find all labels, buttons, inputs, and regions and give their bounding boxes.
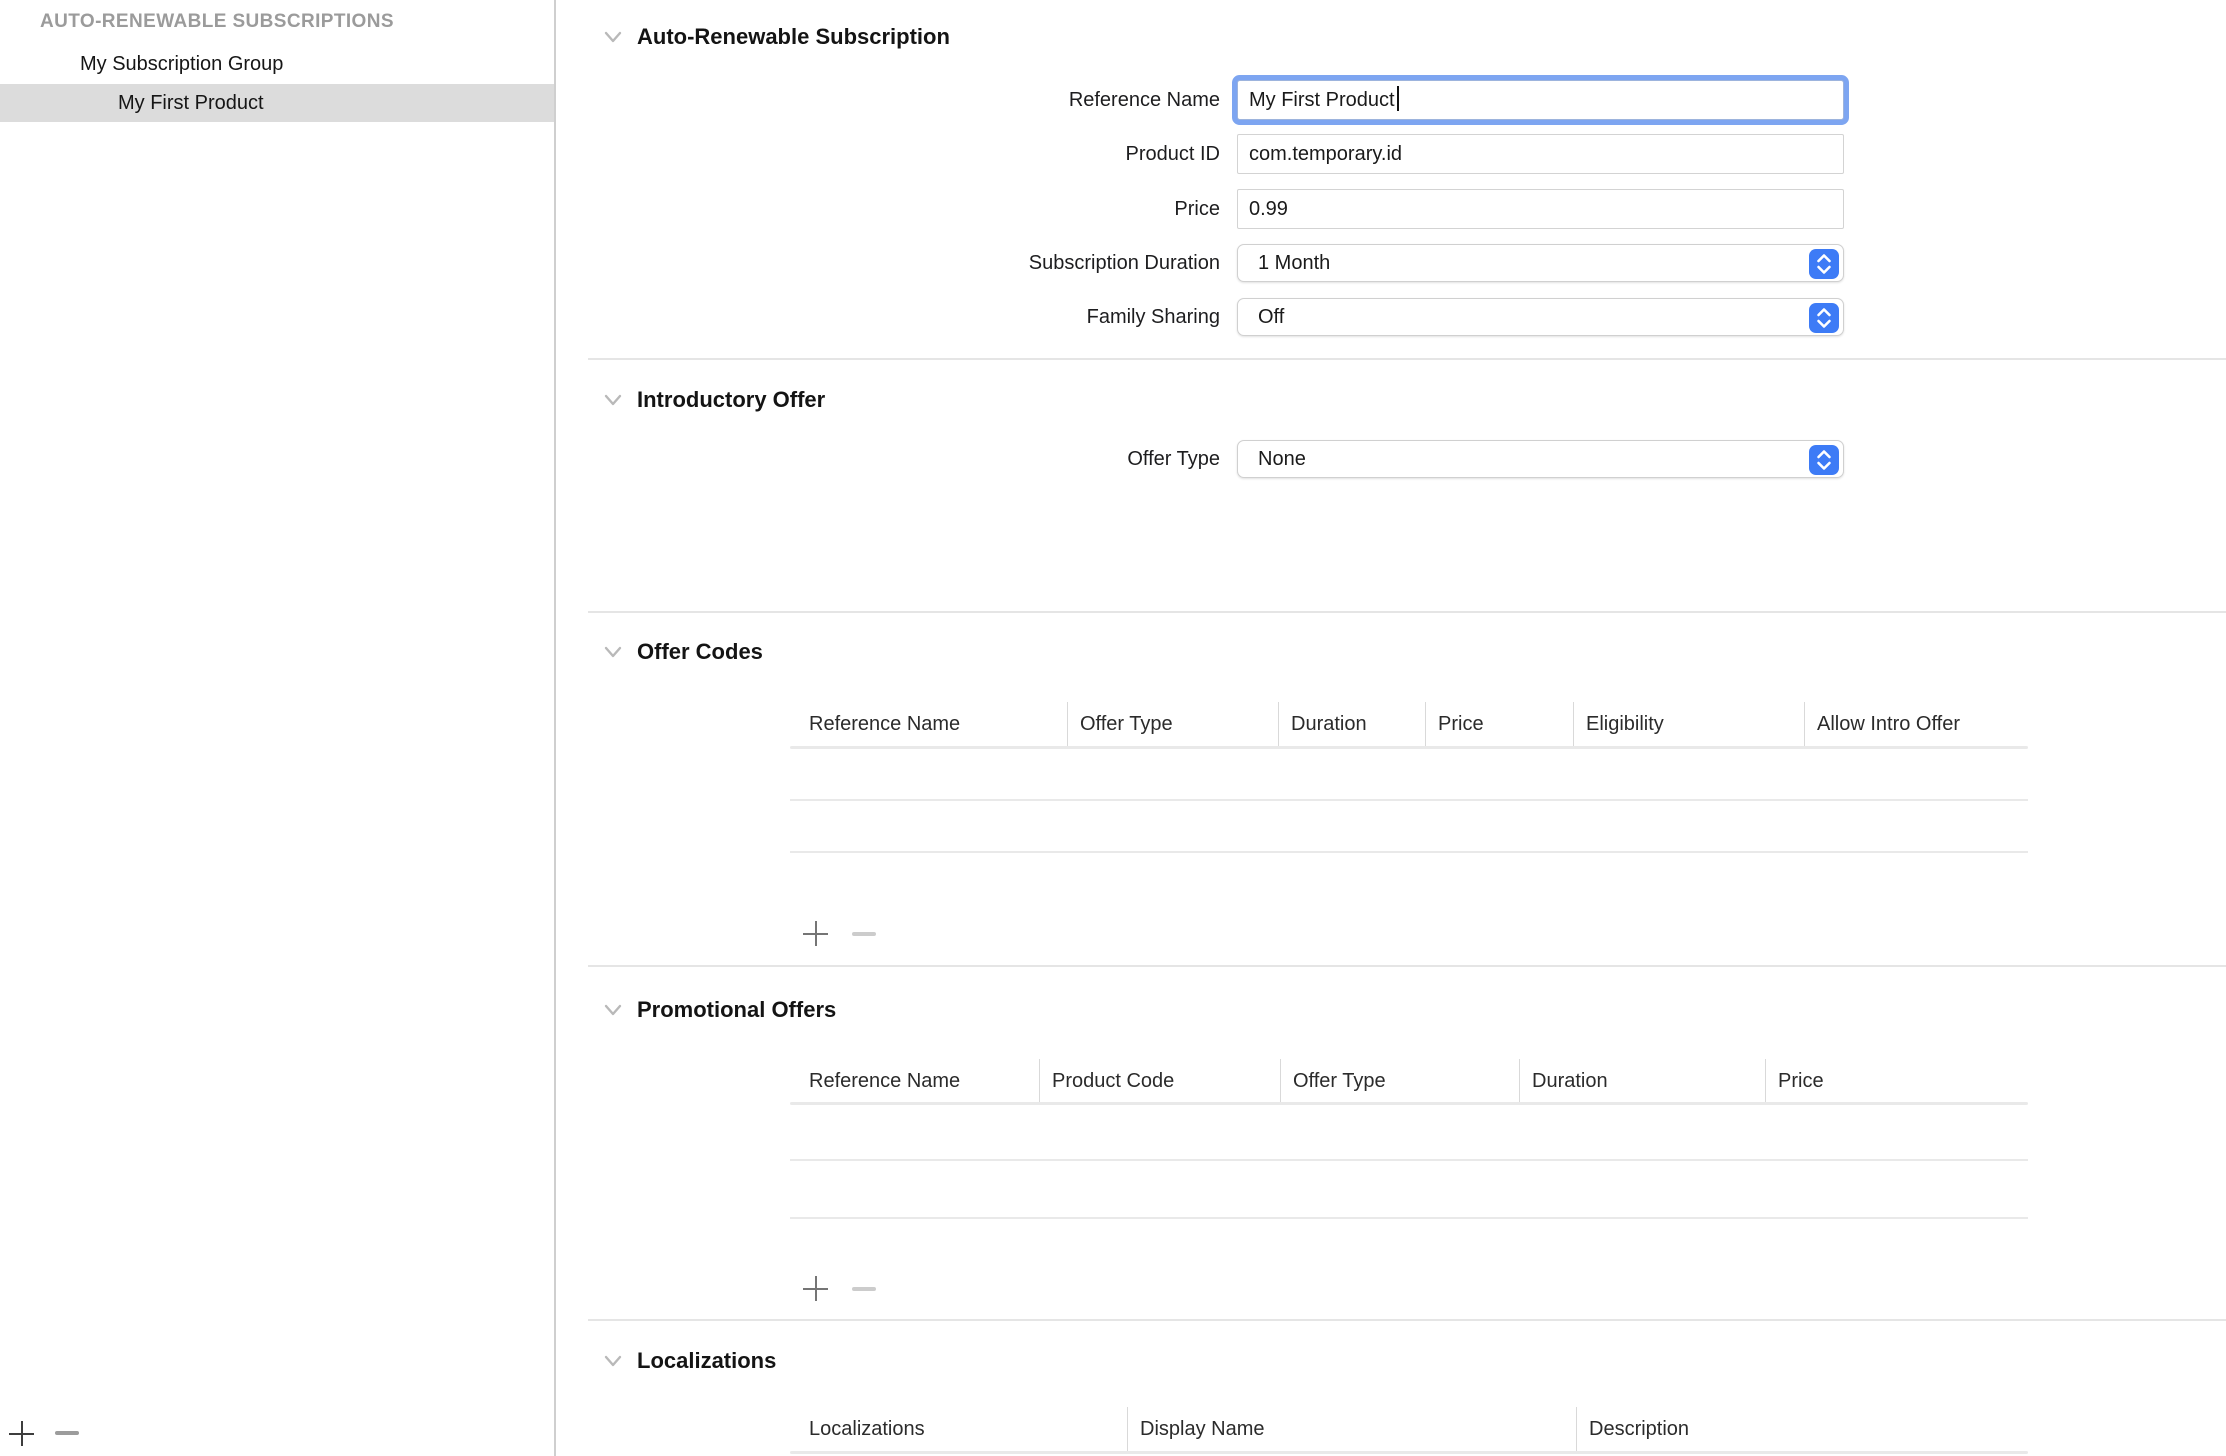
family-sharing-value: Off [1258, 306, 1284, 328]
table-header-underline [790, 1102, 2028, 1105]
column-header[interactable]: Price [1425, 702, 1573, 746]
chevron-down-icon[interactable] [603, 1354, 623, 1368]
column-header[interactable]: Description [1576, 1407, 2028, 1451]
reference-name-label: Reference Name [637, 80, 1220, 120]
section-title: Auto-Renewable Subscription [637, 24, 950, 50]
section-title: Localizations [637, 1348, 776, 1374]
add-offer-code-button[interactable] [803, 921, 828, 946]
table-row-line [790, 799, 2028, 801]
column-header[interactable]: Price [1765, 1059, 2028, 1103]
text-caret [1397, 86, 1399, 111]
column-header[interactable]: Localizations [790, 1407, 1127, 1451]
offer-type-label: Offer Type [637, 440, 1220, 478]
column-header[interactable]: Product Code [1039, 1059, 1280, 1103]
subscription-duration-popup[interactable]: 1 Month [1237, 244, 1844, 282]
offer-type-popup[interactable]: None [1237, 440, 1844, 478]
column-header[interactable]: Offer Type [1067, 702, 1278, 746]
chevron-down-icon[interactable] [603, 393, 623, 407]
sidebar-item-my-first-product[interactable]: My First Product [0, 84, 554, 122]
section-header-subscription: Auto-Renewable Subscription [603, 22, 950, 52]
family-sharing-label: Family Sharing [637, 298, 1220, 336]
column-header[interactable]: Allow Intro Offer [1804, 702, 2028, 746]
table-row-line [790, 1217, 2028, 1219]
remove-offer-code-button[interactable] [852, 932, 876, 936]
price-input[interactable] [1237, 189, 1844, 229]
popup-stepper-icon [1809, 445, 1839, 475]
table-row-line [790, 851, 2028, 853]
popup-stepper-icon [1809, 303, 1839, 333]
add-promotional-offer-button[interactable] [803, 1276, 828, 1301]
table-row-line [790, 1159, 2028, 1161]
remove-promotional-offer-button[interactable] [852, 1287, 876, 1291]
add-item-plus-icon[interactable] [9, 1421, 34, 1446]
sidebar-item-subscription-group[interactable]: My Subscription Group [0, 48, 554, 80]
promotional-offers-table-header: Reference Name Product Code Offer Type D… [790, 1059, 2028, 1103]
popup-stepper-icon [1809, 249, 1839, 279]
product-id-input[interactable] [1237, 134, 1844, 174]
reference-name-input[interactable]: My First Product [1237, 80, 1844, 120]
remove-item-minus-icon[interactable] [55, 1431, 79, 1435]
offer-type-value: None [1258, 448, 1306, 470]
column-header[interactable]: Reference Name [790, 702, 1067, 746]
offer-codes-table-header: Reference Name Offer Type Duration Price… [790, 702, 2028, 746]
editor-content: Auto-Renewable Subscription Reference Na… [557, 0, 2226, 1456]
section-divider [588, 1319, 2226, 1321]
product-id-label: Product ID [637, 134, 1220, 174]
column-header[interactable]: Offer Type [1280, 1059, 1519, 1103]
chevron-down-icon[interactable] [603, 645, 623, 659]
sidebar-section-header: AUTO-RENEWABLE SUBSCRIPTIONS [40, 11, 394, 33]
section-header-promotional-offers: Promotional Offers [603, 995, 836, 1025]
section-title: Promotional Offers [637, 997, 836, 1023]
localizations-table-header: Localizations Display Name Description [790, 1407, 2028, 1451]
family-sharing-popup[interactable]: Off [1237, 298, 1844, 336]
column-header[interactable]: Eligibility [1573, 702, 1804, 746]
column-header[interactable]: Duration [1519, 1059, 1765, 1103]
table-header-underline [790, 746, 2028, 749]
storekit-config-editor: AUTO-RENEWABLE SUBSCRIPTIONS My Subscrip… [0, 0, 2226, 1456]
subscription-duration-value: 1 Month [1258, 252, 1330, 274]
section-header-offer-codes: Offer Codes [603, 637, 763, 667]
section-divider [588, 611, 2226, 613]
sidebar-footer [0, 1414, 200, 1454]
section-divider [588, 358, 2226, 360]
section-divider [588, 965, 2226, 967]
sidebar: AUTO-RENEWABLE SUBSCRIPTIONS My Subscrip… [0, 0, 556, 1456]
column-header[interactable]: Reference Name [790, 1059, 1039, 1103]
chevron-down-icon[interactable] [603, 1003, 623, 1017]
subscription-duration-label: Subscription Duration [637, 244, 1220, 282]
price-label: Price [637, 189, 1220, 229]
table-header-underline [790, 1451, 2028, 1454]
section-header-localizations: Localizations [603, 1346, 776, 1376]
reference-name-value: My First Product [1249, 89, 1395, 111]
section-title: Offer Codes [637, 639, 763, 665]
section-header-introductory-offer: Introductory Offer [603, 385, 825, 415]
column-header[interactable]: Display Name [1127, 1407, 1576, 1451]
column-header[interactable]: Duration [1278, 702, 1425, 746]
chevron-down-icon[interactable] [603, 30, 623, 44]
section-title: Introductory Offer [637, 387, 825, 413]
